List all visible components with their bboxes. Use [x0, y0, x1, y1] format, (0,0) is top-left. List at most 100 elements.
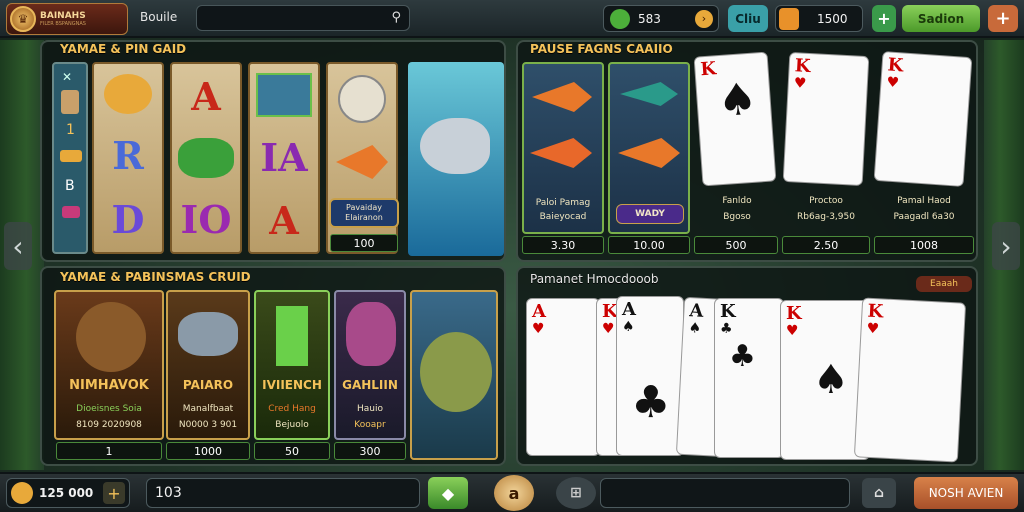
deposit-button[interactable]: Cliu: [728, 5, 768, 32]
balance-value: 583: [638, 11, 661, 26]
add-icon[interactable]: +: [872, 5, 896, 32]
signin-button[interactable]: Sadion: [902, 5, 980, 32]
promo-badge[interactable]: Pavaiday Elairanon: [329, 198, 399, 228]
game-panel-title: YAMAE & PABINSMAS CRUID: [60, 270, 251, 284]
slot-reel: A IO: [170, 62, 242, 254]
search-input[interactable]: ⚲: [196, 5, 410, 31]
reel-symbol: D: [111, 197, 145, 243]
card-tile[interactable]: K ♠ Fanldo Bgoso: [693, 51, 780, 234]
crest-icon: ♛: [10, 6, 36, 32]
search-icon[interactable]: ⚲: [391, 10, 401, 25]
fish-symbol-icon: [336, 145, 388, 179]
menu-icon[interactable]: ⊞: [556, 477, 596, 509]
game-name: IVIIENCH: [262, 378, 322, 392]
close-icon[interactable]: ✕: [62, 70, 72, 84]
game-value: 300: [334, 442, 406, 460]
logo-title: BAINAHS: [40, 11, 86, 21]
fish-icon: [420, 118, 490, 174]
side-glyph: B: [65, 178, 75, 194]
game-tile[interactable]: IVIIENCH Cred Hang Bejuolo: [254, 290, 330, 440]
eel-icon: [620, 82, 678, 106]
game-name: PAIARO: [182, 378, 234, 392]
cards-badge[interactable]: Eaaah: [916, 276, 972, 292]
gem-icon: [610, 8, 630, 29]
promo-sub: Elairanon: [345, 213, 383, 222]
fish-icon: [420, 332, 492, 412]
add-icon[interactable]: +: [103, 482, 125, 504]
fish-icon: [618, 138, 680, 168]
card-tile[interactable]: K ♥ Proctoo Rb6ag-3,950: [782, 51, 870, 234]
nav-label[interactable]: Bouile: [140, 10, 177, 24]
playing-card: K ♥: [782, 51, 870, 187]
card-caption: Pamal Haod: [897, 196, 951, 206]
card-caption: Fanldo: [722, 196, 752, 206]
game-value: 50: [254, 442, 330, 460]
game-tile[interactable]: GAHLIIN Hauio Kooapr: [334, 290, 406, 440]
game-name: NIMHAVOK: [69, 378, 149, 393]
slot-panel-title: YAMAE & PIN GAID: [60, 42, 187, 56]
card-sub: Rb6ag-3,950: [797, 212, 855, 222]
coin-icon: [11, 482, 33, 504]
home-icon[interactable]: ⌂: [862, 478, 896, 508]
reel-symbol: IO: [180, 197, 232, 243]
more-icon[interactable]: +: [988, 5, 1018, 32]
footer-coins-pill: 125 000 +: [6, 478, 130, 508]
slot-reel: R D: [92, 62, 164, 254]
fish-value: 3.30: [522, 236, 604, 254]
bet-field[interactable]: 103: [146, 478, 420, 508]
balance-pill: 583 ›: [603, 5, 719, 32]
game-value: 1000: [166, 442, 250, 460]
playing-card[interactable]: A ♠ ♣: [616, 296, 684, 456]
fish-tile[interactable]: WADY: [608, 62, 690, 234]
game-line1: Cred Hang: [268, 404, 316, 414]
card-caption: Proctoo: [809, 196, 843, 206]
game-line1: Hauio: [357, 404, 383, 414]
chevron-right-icon[interactable]: ›: [695, 9, 713, 28]
frog-symbol-icon: [178, 137, 234, 178]
fish-symbol-icon: [256, 73, 312, 117]
logo-subtitle: FILER BSPANGNAS: [40, 21, 86, 27]
game-line2: Bejuolo: [275, 420, 309, 430]
playing-card[interactable]: K ♣ ♣: [714, 298, 784, 458]
reel-symbol: IA: [260, 135, 308, 180]
card-value: 2.50: [782, 236, 870, 254]
action-button[interactable]: NOSH AVIEN: [914, 477, 1018, 509]
playing-card: K ♠: [693, 51, 777, 187]
toad-icon: [76, 302, 146, 372]
game-line1: Manalfbaat: [182, 404, 234, 414]
cards-panel-title: Pamanet Hmocdooob: [530, 272, 659, 286]
logo[interactable]: ♛ BAINAHS FILER BSPANGNAS: [6, 3, 128, 35]
playing-card[interactable]: A ♥: [526, 298, 600, 456]
fish-art-tile[interactable]: [410, 290, 498, 460]
chevron-right-icon[interactable]: ›: [992, 222, 1020, 270]
fish-icon: [532, 82, 592, 112]
avatar-icon: [61, 90, 79, 114]
monster-icon: [346, 302, 396, 366]
game-tile[interactable]: PAIARO Manalfbaat N0000 3 901: [166, 290, 250, 440]
plus-icon[interactable]: ◆: [428, 477, 468, 509]
promo-label: Pavaiday: [346, 203, 382, 212]
chevron-left-icon[interactable]: ‹: [4, 222, 32, 270]
playing-card[interactable]: K ♥: [853, 297, 967, 463]
card-value: 500: [694, 236, 778, 254]
shell-symbol-icon: [338, 75, 386, 123]
side-glyph: 1: [66, 122, 75, 138]
lion-symbol-icon: [104, 73, 152, 114]
game-line2: 8109 2020908: [76, 420, 142, 430]
side-strip: ✕ 1 B: [52, 62, 88, 254]
bet-value: 103: [155, 485, 182, 501]
fish-value: 10.00: [608, 236, 690, 254]
reel-symbol: A: [191, 73, 221, 119]
card-tile[interactable]: K ♥ Pamal Haod Paagadl 6a30: [873, 51, 974, 234]
fish-tile[interactable]: Paloi Pamag Baieyocad: [522, 62, 604, 234]
card-sub: Paagadl 6a30: [893, 212, 955, 222]
game-tile[interactable]: NIMHAVOK Dioeisnes Soia 8109 2020908: [54, 290, 164, 440]
spin-button[interactable]: a: [494, 475, 534, 511]
slot-reel: IA A: [248, 62, 320, 254]
game-line2: Kooapr: [354, 420, 386, 430]
gem-icon: [62, 206, 80, 218]
playing-card: K ♥: [873, 51, 973, 187]
fish-sub: Baieyocad: [539, 212, 587, 222]
fish-caption[interactable]: WADY: [616, 204, 684, 224]
fisherman-art: [408, 62, 504, 256]
